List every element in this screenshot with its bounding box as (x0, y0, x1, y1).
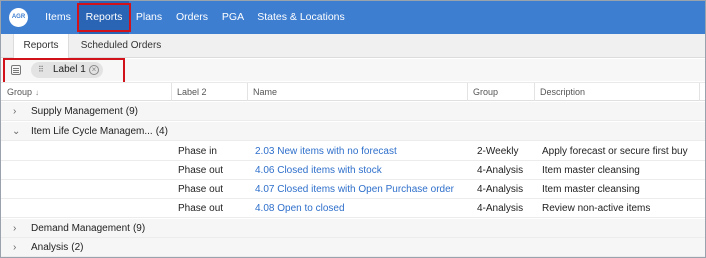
group-row[interactable]: › Supply Management (9) (1, 102, 705, 121)
cell-group: 4-Analysis (477, 203, 524, 214)
cell-label2: Phase out (178, 203, 224, 214)
agr-logo[interactable]: AGR (9, 8, 28, 27)
top-nav: AGR Items Reports Plans Orders PGA State… (1, 1, 705, 34)
report-link[interactable]: 2.03 New items with no forecast (255, 142, 397, 161)
col-group-label: Group (7, 87, 33, 97)
sort-down-icon[interactable]: ↓ (35, 88, 39, 97)
chevron-right-icon[interactable]: › (13, 102, 16, 121)
cell-label2: Phase out (178, 165, 224, 176)
tab-reports[interactable]: Reports (13, 34, 69, 59)
tab-scheduled-orders[interactable]: Scheduled Orders (73, 34, 169, 58)
table-row[interactable]: Phase out 4.06 Closed items with stock 4… (1, 161, 705, 180)
chevron-right-icon[interactable]: › (13, 238, 16, 257)
cell-description: Apply forecast or secure first buy (542, 146, 688, 157)
drag-handle-icon[interactable]: ⠿ (38, 62, 44, 78)
report-link[interactable]: 4.07 Closed items with Open Purchase ord… (255, 180, 454, 199)
cell-label2: Phase in (178, 146, 217, 157)
chevron-right-icon[interactable]: › (13, 219, 16, 238)
nav-items[interactable]: Items (37, 1, 79, 34)
group-row[interactable]: ⌄ Item Life Cycle Managem... (4) (1, 122, 705, 141)
table-row[interactable]: Phase out 4.07 Closed items with Open Pu… (1, 180, 705, 199)
group-title: Supply Management (9) (31, 106, 138, 117)
sub-tabs: Reports Scheduled Orders (1, 34, 705, 59)
cell-group: 2-Weekly (477, 146, 519, 157)
table-header: Group ↓ Label 2 Name Group Description (1, 82, 705, 101)
group-title: Demand Management (9) (31, 223, 146, 234)
report-link[interactable]: 4.08 Open to closed (255, 199, 345, 218)
cell-description: Review non-active items (542, 203, 651, 214)
group-title: Item Life Cycle Managem... (4) (31, 126, 168, 137)
col-group-2[interactable]: Group (467, 83, 534, 101)
cell-description: Item master cleansing (542, 165, 640, 176)
group-row[interactable]: › Analysis (2) (1, 238, 705, 257)
cell-description: Item master cleansing (542, 184, 640, 195)
group-title: Analysis (2) (31, 242, 84, 253)
cell-label2: Phase out (178, 184, 224, 195)
col-label2[interactable]: Label 2 (171, 83, 247, 101)
nav-states-locations[interactable]: States & Locations (251, 1, 351, 34)
nav-orders[interactable]: Orders (169, 1, 215, 34)
cell-group: 4-Analysis (477, 184, 524, 195)
chevron-down-icon[interactable]: ⌄ (12, 122, 20, 141)
group-chip[interactable]: ⠿ Label 1 × (31, 62, 103, 78)
report-link[interactable]: 4.06 Closed items with stock (255, 161, 382, 180)
col-description[interactable]: Description (534, 83, 699, 101)
group-chip-label: Label 1 (53, 64, 86, 75)
app-window: AGR Items Reports Plans Orders PGA State… (0, 0, 706, 258)
cell-group: 4-Analysis (477, 165, 524, 176)
grouping-bar: ⠿ Label 1 × (1, 59, 705, 81)
group-row[interactable]: › Demand Management (9) (1, 219, 705, 238)
nav-plans[interactable]: Plans (129, 1, 169, 34)
nav-reports[interactable]: Reports (79, 1, 129, 34)
col-extra[interactable] (699, 83, 705, 101)
group-panel-icon[interactable] (11, 65, 21, 75)
table-row[interactable]: Phase in 2.03 New items with no forecast… (1, 142, 705, 161)
col-group[interactable]: Group ↓ (1, 83, 171, 101)
close-icon[interactable]: × (89, 65, 99, 75)
table-row[interactable]: Phase out 4.08 Open to closed 4-Analysis… (1, 199, 705, 218)
col-name[interactable]: Name (247, 83, 467, 101)
nav-pga[interactable]: PGA (215, 1, 251, 34)
